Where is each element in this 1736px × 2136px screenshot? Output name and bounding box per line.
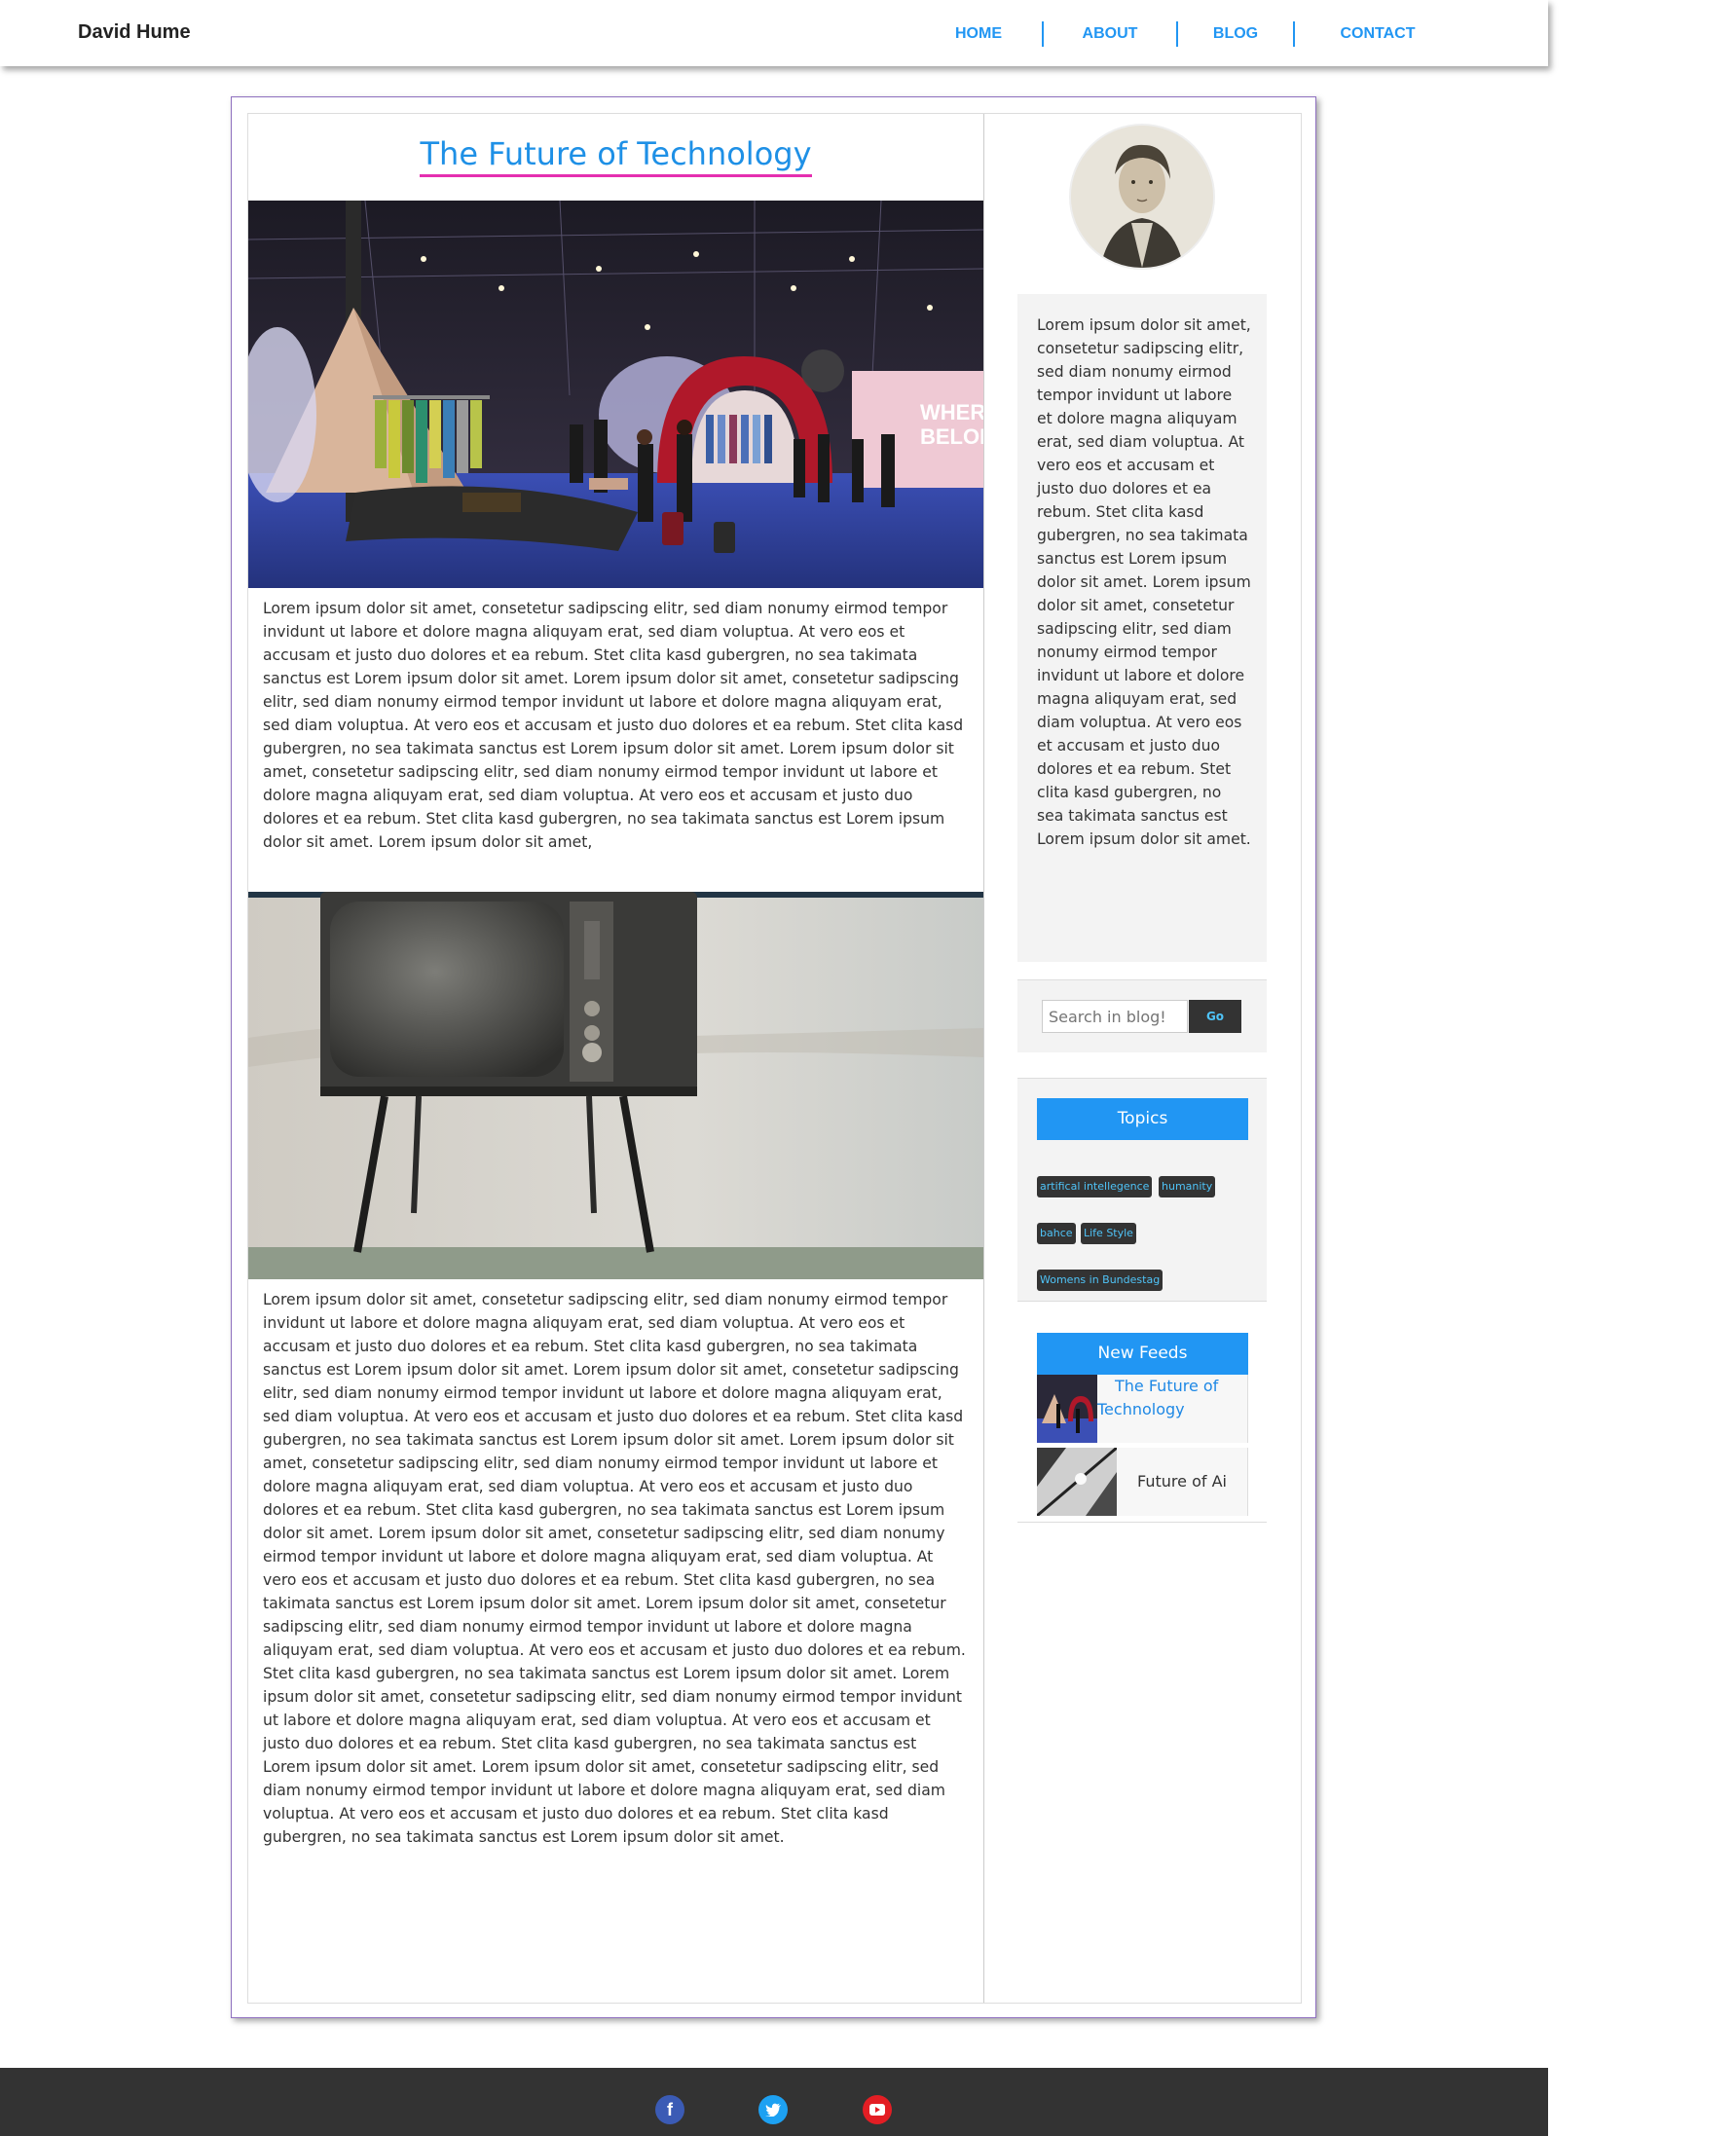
article-paragraph-1: Lorem ipsum dolor sit amet, consetetur s…: [263, 600, 964, 851]
svg-text:BELONG: BELONG: [920, 424, 983, 449]
twitter-icon[interactable]: [758, 2095, 788, 2124]
avatar: [1069, 124, 1215, 270]
nav-home-link[interactable]: HOME: [915, 25, 1042, 43]
topic-tag[interactable]: Womens in Bundestag: [1037, 1270, 1163, 1291]
nav-about-link[interactable]: ABOUT: [1044, 25, 1176, 43]
new-feeds-header: New Feeds: [1037, 1333, 1248, 1375]
top-navbar: David Hume HOME ABOUT BLOG CONTACT: [0, 0, 1548, 66]
post-title: The Future of Technology: [248, 135, 983, 177]
article-column: The Future of Technology WHER BELO Lorem…: [248, 114, 984, 2003]
svg-text:WHERE: WHERE: [920, 400, 983, 424]
feed-thumbnail: [1037, 1448, 1117, 1516]
tv-image: [248, 892, 983, 1279]
nav-contact-link[interactable]: CONTACT: [1295, 25, 1460, 43]
topic-tag[interactable]: bahce: [1037, 1223, 1076, 1244]
about-text: Lorem ipsum dolor sit amet, consetetur s…: [1037, 316, 1251, 848]
feed-title-link[interactable]: The Future of Technology: [1097, 1375, 1243, 1421]
portrait-illustration: [1071, 126, 1213, 268]
youtube-icon[interactable]: [863, 2095, 892, 2124]
feed-item[interactable]: Future of Ai: [1037, 1448, 1248, 1516]
post-title-link[interactable]: The Future of Technology: [420, 135, 812, 177]
site-brand[interactable]: David Hume: [78, 21, 191, 44]
vintage-tv-illustration: [248, 892, 983, 1279]
feed-item[interactable]: The Future of Technology: [1037, 1375, 1248, 1443]
topics-header: Topics: [1037, 1098, 1248, 1140]
topic-tag[interactable]: artifical intellegence: [1037, 1176, 1153, 1197]
nav-blog-link[interactable]: BLOG: [1178, 25, 1293, 43]
topic-tag[interactable]: humanity: [1159, 1176, 1216, 1197]
site-footer: f: [0, 2068, 1548, 2136]
article-paragraph-2: Lorem ipsum dolor sit amet, consetetur s…: [263, 1291, 966, 1846]
sidebar: Lorem ipsum dolor sit amet, consetetur s…: [984, 114, 1301, 2003]
content-inner: The Future of Technology WHER BELO Lorem…: [247, 113, 1302, 2004]
search-go-button[interactable]: Go: [1189, 1000, 1241, 1033]
content-frame: The Future of Technology WHER BELO Lorem…: [231, 96, 1316, 2018]
topics-box: Topics artifical intellegence humanity b…: [1017, 1078, 1267, 1302]
facebook-icon[interactable]: f: [655, 2095, 684, 2124]
feed-title-link[interactable]: Future of Ai: [1117, 1448, 1247, 1516]
topic-tag[interactable]: Life Style: [1081, 1223, 1136, 1244]
feed-thumbnail: [1037, 1375, 1097, 1443]
new-feeds-box: New Feeds The Future of Technology Futur…: [1017, 1314, 1267, 1523]
search-input[interactable]: [1042, 1000, 1188, 1033]
hero-image: WHERE BELONG: [248, 201, 983, 588]
expo-hall-illustration: WHERE BELONG: [248, 201, 983, 588]
search-box: Go: [1017, 979, 1267, 1052]
main-nav: HOME ABOUT BLOG CONTACT: [915, 21, 1460, 47]
about-box: Lorem ipsum dolor sit amet, consetetur s…: [1017, 294, 1267, 962]
